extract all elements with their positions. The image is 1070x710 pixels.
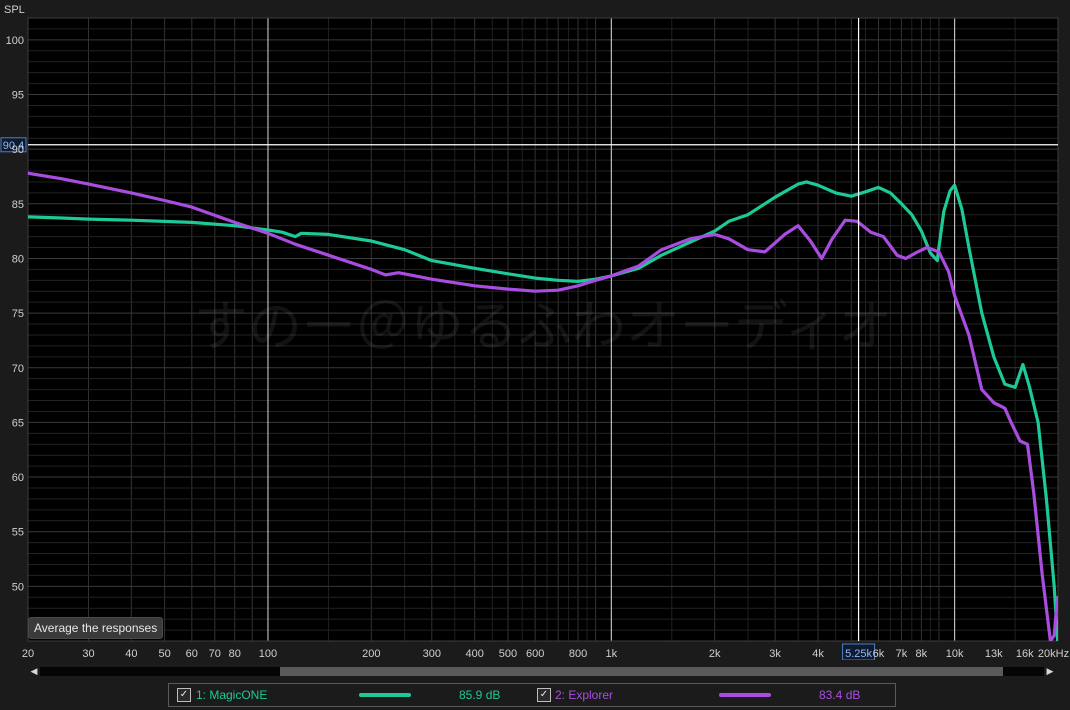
- x-tick-label: 8k: [916, 648, 928, 660]
- horizontal-scrollbar[interactable]: ◀ ▶: [28, 664, 1056, 678]
- x-tick-label: 16k: [1016, 648, 1034, 660]
- magicone-level: 85.9 dB: [459, 688, 501, 702]
- y-tick-label: 80: [12, 253, 24, 265]
- average-responses-button[interactable]: Average the responses: [28, 617, 164, 639]
- cursor-x-readout: 5.25k: [845, 648, 872, 660]
- explorer-checkbox[interactable]: ✓: [537, 688, 551, 702]
- x-tick-label: 200: [362, 648, 380, 660]
- x-tick-label: 600: [526, 648, 544, 660]
- x-tick-label: 500: [499, 648, 517, 660]
- y-tick-label: 70: [12, 363, 24, 375]
- x-tick-label: 2k: [709, 648, 721, 660]
- y-axis-label: SPL: [4, 4, 25, 16]
- explorer-level: 83.4 dB: [819, 688, 861, 702]
- magicone-checkbox[interactable]: ✓: [177, 688, 191, 702]
- x-tick-label: 60: [186, 648, 198, 660]
- y-tick-label: 100: [6, 35, 24, 47]
- x-tick-label: 13k: [985, 648, 1003, 660]
- watermark: すのー＠ゆるふわオーディオ: [194, 297, 892, 357]
- x-tick-label: 40: [125, 648, 137, 660]
- x-tick-label: 400: [466, 648, 484, 660]
- x-tick-label: 20kHz: [1038, 648, 1069, 660]
- legend-item-magicone: ✓ 1: MagicONE 85.9 dB: [169, 684, 529, 706]
- x-tick-label: 80: [229, 648, 241, 660]
- y-tick-label: 90: [12, 144, 24, 156]
- y-tick-label: 85: [12, 199, 24, 211]
- explorer-label: 2: Explorer: [555, 688, 614, 702]
- x-tick-label: 70: [209, 648, 221, 660]
- y-tick-label: 55: [12, 527, 24, 539]
- x-tick-label: 10k: [946, 648, 964, 660]
- y-tick-label: 60: [12, 472, 24, 484]
- x-tick-label: 800: [569, 648, 587, 660]
- x-tick-label: 1k: [606, 648, 618, 660]
- legend-item-explorer: ✓ 2: Explorer 83.4 dB: [529, 684, 895, 706]
- x-tick-label: 4k: [812, 648, 824, 660]
- scroll-thumb[interactable]: [280, 667, 1003, 676]
- graph-window: すのー＠ゆるふわオーディオ 90.4 5.25k 50 55 60 65 70 75 80 85…: [0, 0, 1070, 710]
- x-tick-label: 20: [22, 648, 34, 660]
- frequency-response-chart: すのー＠ゆるふわオーディオ 90.45.25k 5055606570758085…: [0, 0, 1070, 660]
- x-tick-label: 300: [423, 648, 441, 660]
- y-tick-label: 75: [12, 308, 24, 320]
- y-tick-label: 65: [12, 417, 24, 429]
- x-tick-label: 7k: [896, 648, 908, 660]
- x-tick-label: 3k: [769, 648, 781, 660]
- x-tick-label: 30: [82, 648, 94, 660]
- x-tick-label: 6k: [873, 648, 885, 660]
- magicone-swatch: [359, 693, 411, 697]
- x-tick-label: 50: [159, 648, 171, 660]
- magicone-label: 1: MagicONE: [196, 688, 268, 702]
- scroll-right-icon[interactable]: ▶: [1044, 664, 1056, 678]
- y-tick-label: 50: [12, 581, 24, 593]
- y-tick-label: 95: [12, 90, 24, 102]
- scroll-left-icon[interactable]: ◀: [28, 664, 40, 678]
- explorer-swatch: [719, 693, 771, 697]
- legend-panel: ✓ 1: MagicONE 85.9 dB ✓ 2: Explorer 83.4…: [168, 683, 896, 707]
- x-tick-label: 100: [259, 648, 277, 660]
